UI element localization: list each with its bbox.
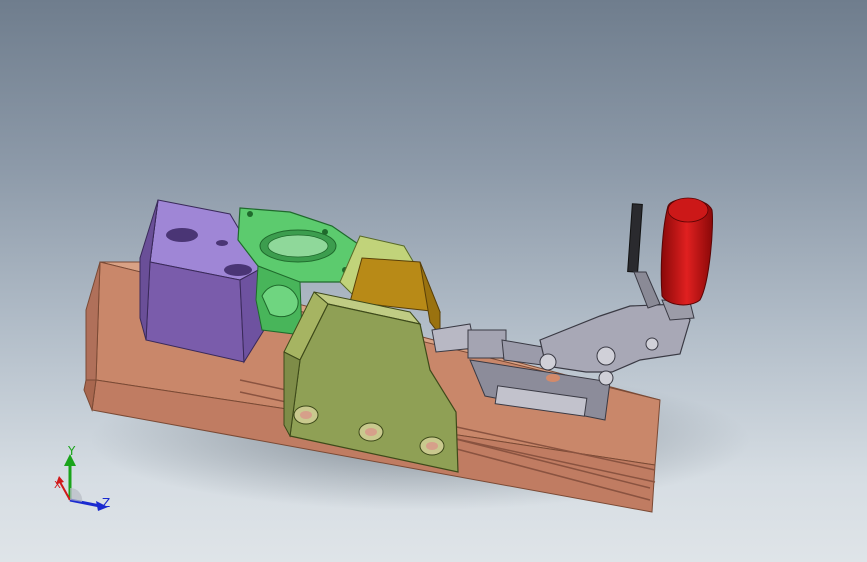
z-axis-label: Z (102, 496, 111, 510)
y-axis-label: Y (68, 444, 76, 458)
x-axis-label: X (54, 480, 61, 491)
cad-graphics-viewport[interactable]: Y Z X (0, 0, 867, 562)
red-handle[interactable] (660, 197, 713, 321)
coordinate-triad: Y Z X (40, 440, 120, 520)
z-axis-line (69, 498, 101, 508)
cad-model-assembly[interactable] (0, 0, 867, 562)
